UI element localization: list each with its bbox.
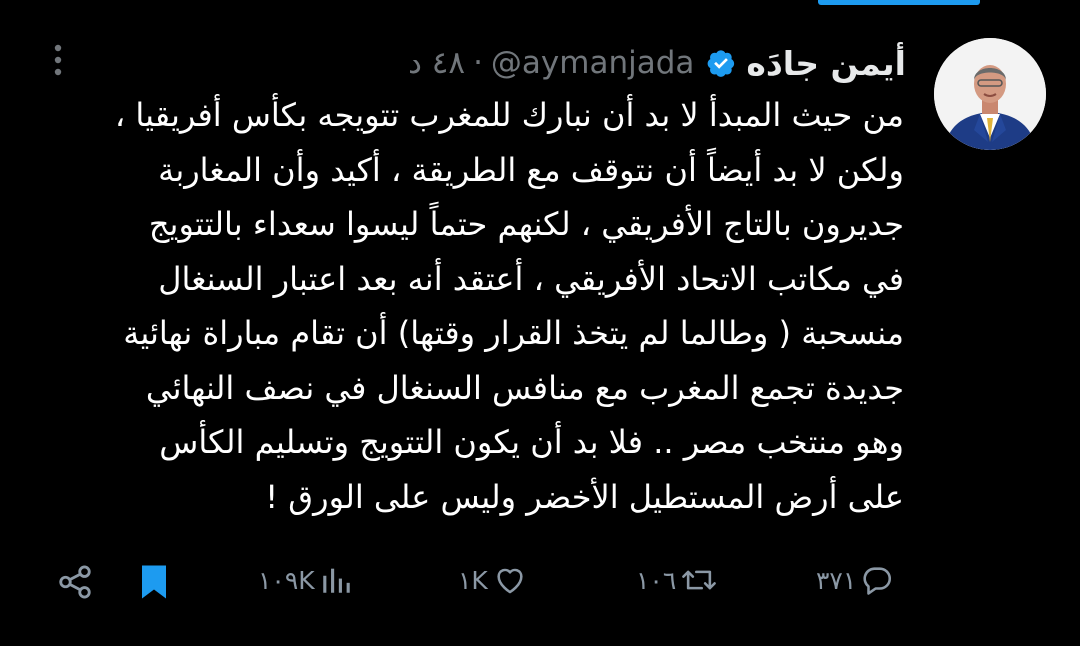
bookmark-button[interactable] (136, 558, 172, 606)
avatar-image (934, 38, 1046, 150)
top-tab-indicator (818, 0, 980, 5)
tweet-text-line: وهو منتخب مصر .. فلا بد أن يكون التتويج … (159, 423, 904, 461)
tweet-text-line: ولكن لا بد أيضاً أن نتوقف مع الطريقة ، أ… (158, 150, 904, 189)
views-count: ١٠٩K (258, 565, 315, 595)
tweet-text-line: في مكاتب الاتحاد الأفريقي ، أعتقد أنه بع… (158, 259, 904, 298)
tweet-header: أيمن جادَه @aymanjada · ٤٨ د (340, 40, 906, 86)
author-name[interactable]: أيمن جادَه (746, 44, 906, 83)
avatar[interactable] (934, 38, 1046, 150)
more-vertical-icon[interactable] (46, 42, 70, 78)
tweet-text: من حيث المبدأ لا بد أن نبارك للمغرب تتوي… (24, 88, 904, 524)
like-heart-icon (492, 563, 528, 597)
views-button[interactable]: ١٠٩K (258, 556, 353, 604)
tweet-text-line: منسحبة ( وطالما لم يتخذ القرار وقتها) أن… (123, 314, 904, 352)
views-bar-chart-icon (319, 563, 353, 597)
tweet-time[interactable]: ٤٨ د (408, 45, 465, 81)
share-button[interactable] (56, 558, 94, 606)
reply-count: ٣٧١ (816, 565, 857, 595)
tweet-text-line: على أرض المستطيل الأخضر وليس على الورق ! (265, 477, 904, 516)
separator-dot: · (473, 45, 483, 81)
share-icon (56, 562, 94, 602)
reply-button[interactable]: ٣٧١ (816, 556, 894, 604)
reply-icon (860, 563, 894, 597)
repost-count: ١٠٦ (636, 565, 677, 595)
bookmark-icon (136, 562, 172, 602)
like-button[interactable]: ١K (458, 556, 528, 604)
repost-button[interactable]: ١٠٦ (636, 556, 718, 604)
tweet-text-line: جديرون بالتاج الأفريقي ، لكنهم حتماً ليس… (148, 205, 904, 243)
verified-badge-icon (706, 48, 736, 78)
like-count: ١K (458, 565, 488, 595)
tweet-text-line: جديدة تجمع المغرب مع منافس السنغال في نص… (145, 368, 904, 407)
repost-icon (680, 563, 718, 597)
tweet-text-line: من حيث المبدأ لا بد أن نبارك للمغرب تتوي… (114, 96, 904, 134)
author-handle[interactable]: @aymanjada (491, 45, 694, 81)
